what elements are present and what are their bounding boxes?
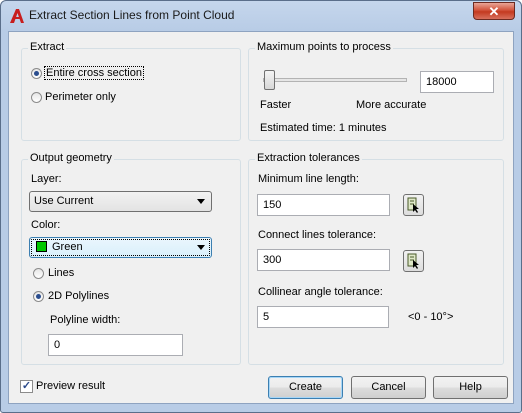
extraction-tolerances-title: Extraction tolerances [255, 152, 362, 164]
dialog-window: Extract Section Lines from Point Cloud ✕… [0, 0, 522, 413]
points-slider-track[interactable] [263, 78, 407, 82]
polyline-width-input[interactable]: 0 [48, 334, 183, 356]
collinear-angle-range: <0 - 10°> [408, 311, 454, 323]
title-bar[interactable]: Extract Section Lines from Point Cloud ✕ [1, 1, 521, 31]
dialog-body: Extract Entire cross section Perimeter o… [8, 31, 514, 404]
lines-radio[interactable] [33, 268, 44, 279]
lines-label[interactable]: Lines [48, 267, 74, 279]
chevron-down-icon [197, 245, 205, 250]
max-points-input[interactable]: 18000 [420, 71, 494, 93]
points-slider-thumb[interactable] [264, 70, 275, 90]
create-button[interactable]: Create [268, 376, 343, 399]
collinear-angle-label: Collinear angle tolerance: [258, 286, 383, 298]
preview-result-checkbox[interactable]: ✓ [20, 380, 33, 393]
autocad-logo-icon [10, 9, 24, 23]
2d-polylines-label[interactable]: 2D Polylines [48, 290, 109, 302]
min-line-length-input[interactable]: 150 [257, 194, 390, 216]
faster-label: Faster [260, 99, 292, 111]
extract-group-title: Extract [28, 41, 67, 53]
cancel-button[interactable]: Cancel [351, 376, 426, 399]
preview-result-label[interactable]: Preview result [36, 380, 105, 392]
layer-label: Layer: [31, 173, 62, 185]
estimated-time-text: Estimated time: 1 minutes [260, 122, 387, 134]
color-label: Color: [31, 219, 61, 231]
polyline-width-label: Polyline width: [50, 314, 121, 326]
chevron-down-icon [197, 199, 205, 204]
output-geometry-title: Output geometry [28, 152, 114, 164]
pick-connect-tolerance-button[interactable] [403, 250, 424, 272]
close-button[interactable]: ✕ [473, 2, 515, 20]
2d-polylines-radio[interactable] [33, 291, 44, 302]
pick-min-length-button[interactable] [403, 194, 424, 216]
connect-lines-input[interactable]: 300 [257, 249, 390, 271]
entire-cross-section-label[interactable]: Entire cross section [44, 66, 144, 80]
connect-lines-label: Connect lines tolerance: [258, 229, 377, 241]
perimeter-only-radio[interactable] [31, 92, 42, 103]
layer-select-value: Use Current [34, 195, 94, 207]
more-accurate-label: More accurate [356, 99, 427, 111]
collinear-angle-input[interactable]: 5 [257, 306, 389, 328]
green-color-swatch [36, 241, 47, 252]
color-select[interactable]: Green [29, 237, 212, 258]
max-points-title: Maximum points to process [255, 41, 393, 53]
color-select-value: Green [52, 241, 83, 253]
min-line-length-label: Minimum line length: [258, 173, 359, 185]
pick-point-icon [407, 197, 419, 213]
layer-select[interactable]: Use Current [29, 191, 212, 212]
pick-point-icon [407, 253, 419, 269]
perimeter-only-label[interactable]: Perimeter only [45, 91, 116, 103]
window-title: Extract Section Lines from Point Cloud [29, 8, 235, 22]
entire-cross-section-radio[interactable] [31, 68, 42, 79]
help-button[interactable]: Help [433, 376, 508, 399]
